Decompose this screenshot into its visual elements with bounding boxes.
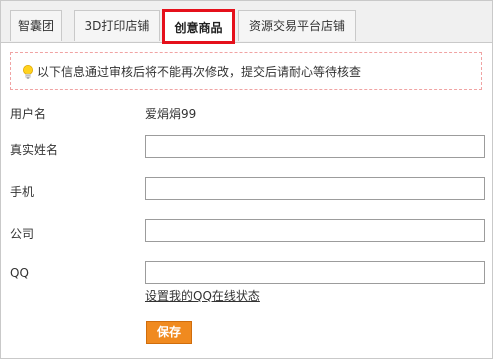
qq-label: QQ — [10, 266, 29, 280]
save-button[interactable]: 保存 — [146, 321, 192, 344]
real-name-label: 真实姓名 — [10, 143, 59, 157]
tab-bar: 智囊团 3D打印店铺 创意商品 资源交易平台店铺 — [1, 1, 492, 44]
username-label: 用户名 — [10, 107, 47, 121]
tab-think-tank[interactable]: 智囊团 — [10, 10, 62, 41]
notice-text: 以下信息通过审核后将不能再次修改，提交后请耐心等待核查 — [37, 65, 362, 79]
phone-input[interactable] — [145, 177, 485, 200]
company-input[interactable] — [145, 219, 485, 242]
qq-input[interactable] — [145, 261, 485, 284]
profile-panel: 智囊团 3D打印店铺 创意商品 资源交易平台店铺 以下信息通过审核后将不能再次修… — [0, 0, 493, 359]
notice-banner: 以下信息通过审核后将不能再次修改，提交后请耐心等待核查 — [10, 52, 482, 90]
qq-online-status-link[interactable]: 设置我的QQ在线状态 — [145, 287, 260, 304]
tab-3d-print-shop[interactable]: 3D打印店铺 — [74, 10, 160, 41]
username-value: 爱焆焆99 — [145, 107, 197, 121]
tab-resource-trading-shop[interactable]: 资源交易平台店铺 — [238, 10, 356, 41]
phone-label: 手机 — [10, 185, 35, 199]
lightbulb-icon — [23, 65, 33, 79]
tab-creative-products[interactable]: 创意商品 — [162, 9, 235, 44]
real-name-input[interactable] — [145, 135, 485, 158]
company-label: 公司 — [10, 227, 35, 241]
